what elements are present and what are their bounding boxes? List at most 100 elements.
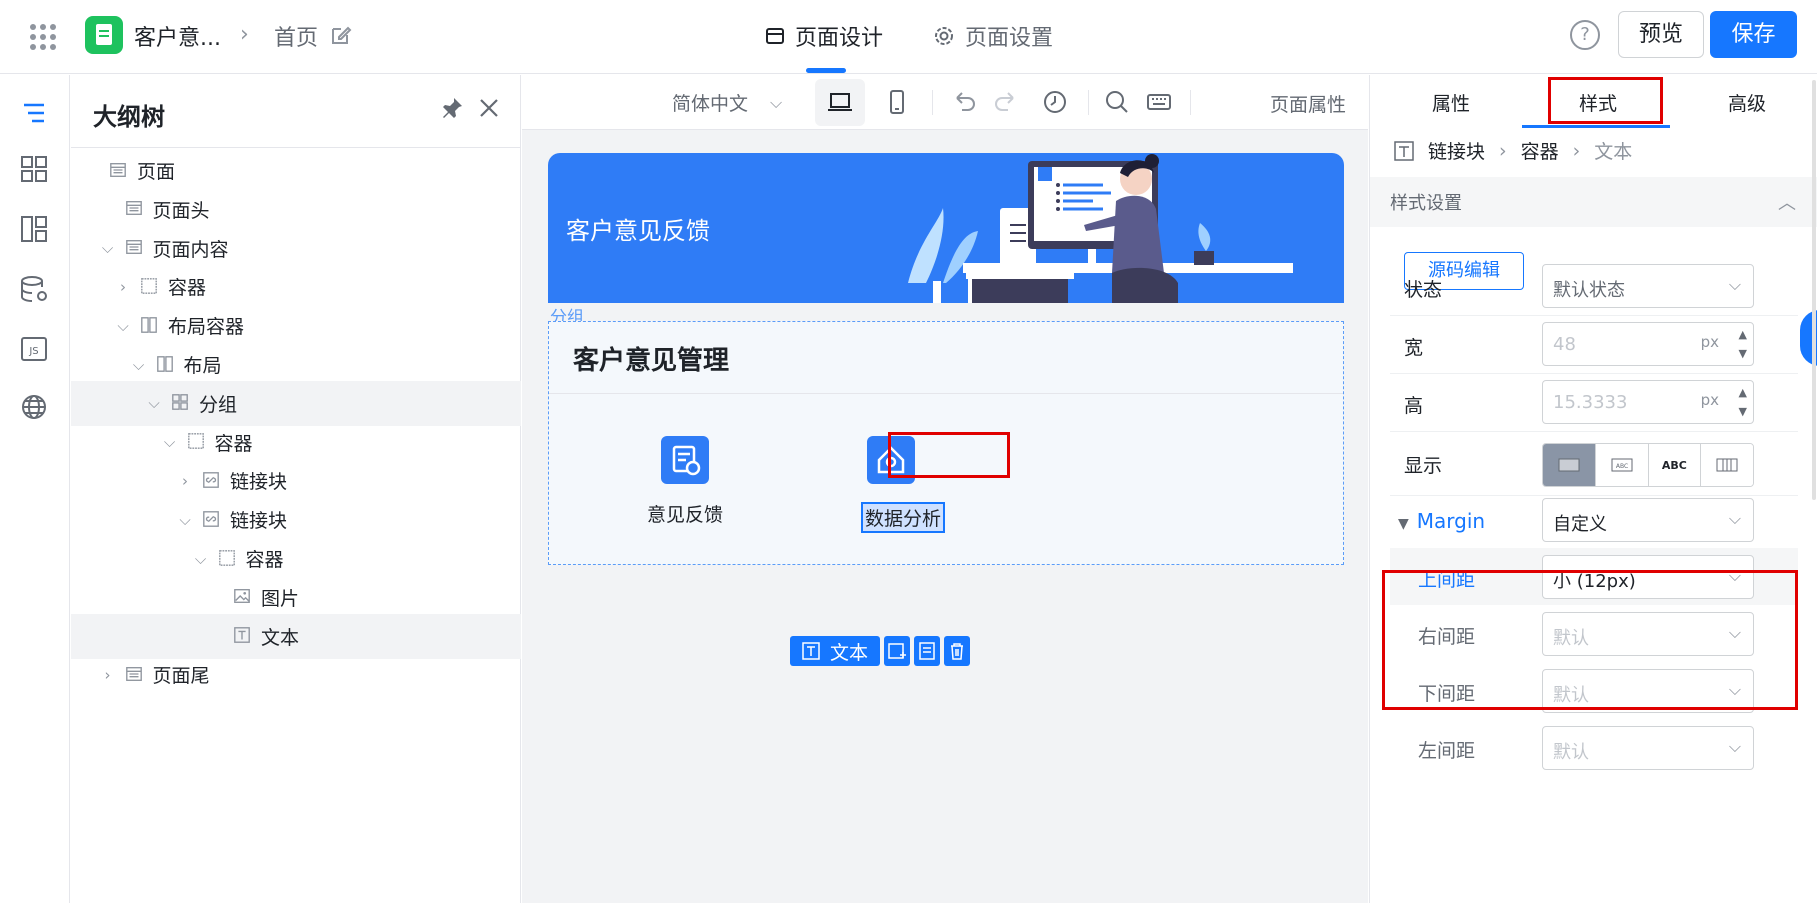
tab-advanced[interactable]: 高级 [1728, 89, 1766, 116]
edit-icon[interactable] [330, 24, 352, 46]
chevron-down-icon: ⌵ [770, 92, 783, 112]
link-tile-feedback[interactable]: 意见反馈 [615, 436, 755, 527]
stepper-icon[interactable]: ▲ ▼ [1739, 383, 1747, 421]
selection-toolbar: 文本 [790, 636, 971, 666]
chevron-down-icon[interactable]: ⌵ [145, 394, 163, 412]
chevron-down-icon[interactable]: ⌵ [192, 550, 210, 568]
flex-icon [1716, 458, 1738, 472]
display-toggle-group: ABC ABC [1542, 443, 1754, 487]
history-icon[interactable] [1040, 87, 1070, 117]
toolbar-separator [1190, 90, 1191, 115]
toolbar-separator [1088, 90, 1089, 115]
breadcrumb-container[interactable]: 容器 [1521, 137, 1559, 164]
stepper-icon[interactable]: ▲ ▼ [1739, 325, 1747, 363]
breadcrumb-link-block[interactable]: 链接块 [1428, 137, 1485, 164]
right-panel-scrollbar[interactable] [1812, 80, 1816, 500]
js-code-icon[interactable]: JS [18, 333, 50, 365]
chevron-right-icon[interactable]: › [99, 666, 117, 684]
tree-node-label: 布局 [183, 355, 222, 377]
language-select[interactable]: 简体中文 ⌵ [672, 89, 782, 116]
toolbar-separator [932, 90, 933, 115]
divider [1390, 315, 1798, 316]
globe-icon[interactable] [18, 391, 50, 423]
display-inline-block-option[interactable]: ABC [1595, 444, 1649, 486]
inline-block-icon: ABC [1611, 458, 1633, 472]
save-button[interactable]: 保存 [1710, 11, 1797, 58]
margin-select[interactable]: 自定义 ⌵ [1542, 498, 1754, 542]
breadcrumb-home[interactable]: 首页 [274, 20, 318, 52]
highlight-annotation-style-tab [1548, 77, 1663, 124]
chevron-right-icon[interactable]: › [176, 472, 194, 490]
page-properties-button[interactable]: 页面属性 [1270, 90, 1346, 117]
width-input[interactable]: 48 px ▲ ▼ [1542, 322, 1754, 366]
app-logo-icon [85, 16, 123, 54]
display-block-option[interactable] [1543, 444, 1596, 486]
page-icon [125, 238, 145, 258]
margin-left-select[interactable]: 默认 ⌵ [1542, 726, 1754, 770]
columns-icon [140, 316, 160, 336]
width-label: 宽 [1404, 337, 1424, 359]
tab-page-design[interactable]: 页面设计 [765, 20, 883, 52]
link-icon [202, 510, 222, 530]
width-unit: px [1700, 333, 1719, 351]
data-source-icon[interactable] [18, 273, 50, 305]
chevron-down-icon: ⌵ [1728, 509, 1741, 528]
chevron-down-icon[interactable]: ⌵ [114, 317, 132, 335]
section-title: 样式设置 [1390, 193, 1462, 214]
chevron-right-icon: › [1572, 139, 1581, 162]
chevron-down-icon[interactable]: ⌵ [161, 433, 179, 451]
tree-node[interactable]: › 页面尾 [71, 652, 521, 697]
outline-tree-icon[interactable] [18, 97, 50, 129]
feedback-doc-icon [661, 436, 709, 484]
preview-button[interactable]: 预览 [1618, 11, 1704, 58]
app-grid-icon[interactable] [28, 22, 58, 52]
tree-node-label: 文本 [261, 626, 300, 649]
banner[interactable]: 客户意见反馈 [548, 153, 1344, 303]
tab-page-settings[interactable]: 页面设置 [933, 20, 1053, 52]
chevron-down-icon[interactable]: ⌵ [99, 239, 117, 257]
pin-icon[interactable] [439, 95, 465, 121]
height-input[interactable]: 15.3333 px ▲ ▼ [1542, 380, 1754, 424]
width-input-value: 48 [1553, 334, 1576, 355]
display-label: 显示 [1404, 455, 1443, 477]
selected-component-label: 文本 [830, 641, 869, 664]
chevron-down-icon[interactable]: ⌵ [176, 511, 194, 529]
app-title[interactable]: 客户意... [134, 20, 221, 52]
style-settings-section[interactable]: 样式设置 ︿ [1370, 177, 1817, 227]
keyboard-icon[interactable] [1144, 87, 1174, 117]
delete-icon[interactable] [944, 636, 971, 666]
components-icon[interactable] [18, 153, 50, 185]
tree-node-label: 容器 [214, 432, 253, 455]
selected-text-element[interactable]: 数据分析 [860, 502, 946, 533]
right-panel: 属性 样式 高级 链接块 › 容器 › 文本 样式设置 ︿ 源码编辑 状态 默认… [1369, 75, 1817, 903]
help-icon[interactable]: ? [1570, 20, 1600, 50]
block-icon [1558, 458, 1580, 472]
height-input-value: 15.3333 [1553, 392, 1628, 413]
display-flex-option[interactable] [1701, 444, 1753, 486]
tab-properties[interactable]: 属性 [1432, 89, 1470, 116]
display-inline-option[interactable]: ABC [1648, 444, 1702, 486]
chevron-right-icon[interactable]: › [114, 278, 132, 296]
undo-icon[interactable] [948, 87, 978, 117]
add-sibling-icon[interactable] [884, 636, 911, 666]
left-rail: JS [0, 75, 70, 903]
margin-section-toggle[interactable]: ▼ Margin [1398, 509, 1485, 533]
redo-icon[interactable] [992, 87, 1022, 117]
group-title: 客户意见管理 [573, 346, 730, 376]
text-type-icon [1394, 140, 1414, 161]
margin-label: Margin [1416, 509, 1486, 533]
tree-node-label: 容器 [245, 549, 284, 571]
state-select[interactable]: 默认状态 ⌵ [1542, 264, 1754, 308]
design-canvas-area: 简体中文 ⌵ 页面属性 客户意见反馈 分组 客户意见管理 意见反馈 文本 数据分… [522, 75, 1368, 903]
mobile-icon[interactable] [882, 87, 912, 117]
search-icon[interactable] [1102, 87, 1132, 117]
close-icon[interactable] [476, 95, 502, 121]
copy-icon[interactable] [914, 636, 941, 666]
chevron-down-icon: ⌵ [1728, 737, 1741, 756]
selected-component-chip[interactable]: 文本 [790, 636, 881, 666]
state-select-value: 默认状态 [1553, 280, 1625, 301]
display-inline-text: ABC [1661, 458, 1687, 472]
desktop-icon[interactable] [825, 87, 855, 117]
layout-template-icon[interactable] [18, 213, 50, 245]
chevron-down-icon[interactable]: ⌵ [130, 356, 148, 374]
